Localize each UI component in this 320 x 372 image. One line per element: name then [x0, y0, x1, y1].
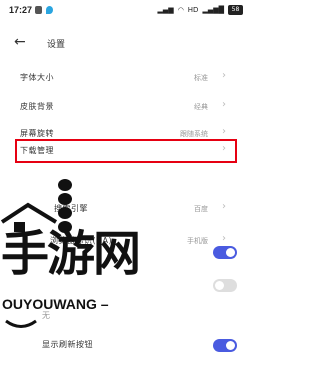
- watermark-mouth-icon: [5, 319, 37, 328]
- watermark-subtitle: OUYOUWANG –: [2, 296, 109, 312]
- battery-icon: 58: [228, 5, 243, 15]
- setting-value: 跟随系统: [180, 130, 208, 138]
- setting-font-size[interactable]: 字体大小 标准 ›: [20, 68, 230, 88]
- chevron-right-icon: ›: [222, 126, 226, 137]
- watermark-dot: [58, 193, 72, 205]
- setting-value: 经典: [194, 103, 208, 111]
- app-notification-icon: [35, 6, 42, 14]
- toggle-switch[interactable]: [213, 246, 237, 259]
- toggle-switch[interactable]: [213, 339, 237, 352]
- status-time: 17:27: [9, 5, 33, 15]
- setting-label: 屏幕旋转: [20, 129, 54, 138]
- signal-bars-icon: ▂▄▆█: [202, 6, 224, 14]
- watermark-dot: [58, 207, 72, 219]
- watermark-logo-text: 手游网: [1, 226, 141, 282]
- toggle-knob: [215, 281, 224, 290]
- setting-label: 字体大小: [20, 73, 54, 82]
- setting-refresh-button: 显示刷新按钮: [20, 335, 230, 355]
- toggle-knob: [226, 341, 235, 350]
- status-icons: ▂▄▆ ◠ HD ▂▄▆█ 58: [158, 5, 243, 15]
- page-header: ← 设置: [0, 30, 251, 56]
- setting-value: 百度: [194, 205, 208, 213]
- chevron-right-icon: ›: [222, 99, 226, 110]
- setting-label: 皮肤背景: [20, 102, 54, 111]
- setting-value: 标准: [194, 74, 208, 82]
- chevron-right-icon: ›: [222, 70, 226, 81]
- highlight-box: [15, 139, 237, 163]
- back-arrow-icon[interactable]: ←: [14, 34, 26, 50]
- watermark-dot: [58, 179, 72, 191]
- toggle-knob: [226, 248, 235, 257]
- page-title: 设置: [47, 40, 66, 50]
- setting-skin[interactable]: 皮肤背景 经典 ›: [20, 97, 230, 117]
- chevron-right-icon: ›: [222, 201, 226, 212]
- toggle-switch[interactable]: [213, 279, 237, 292]
- droplet-notification-icon: [46, 6, 53, 14]
- setting-label: 显示刷新按钮: [42, 340, 93, 349]
- wifi-icon: ◠: [177, 6, 184, 14]
- signal-icon: ▂▄▆: [157, 6, 174, 14]
- hd-badge: HD: [187, 6, 199, 14]
- status-bar: 17:27 ▂▄▆ ◠ HD ▂▄▆█ 58: [0, 0, 251, 22]
